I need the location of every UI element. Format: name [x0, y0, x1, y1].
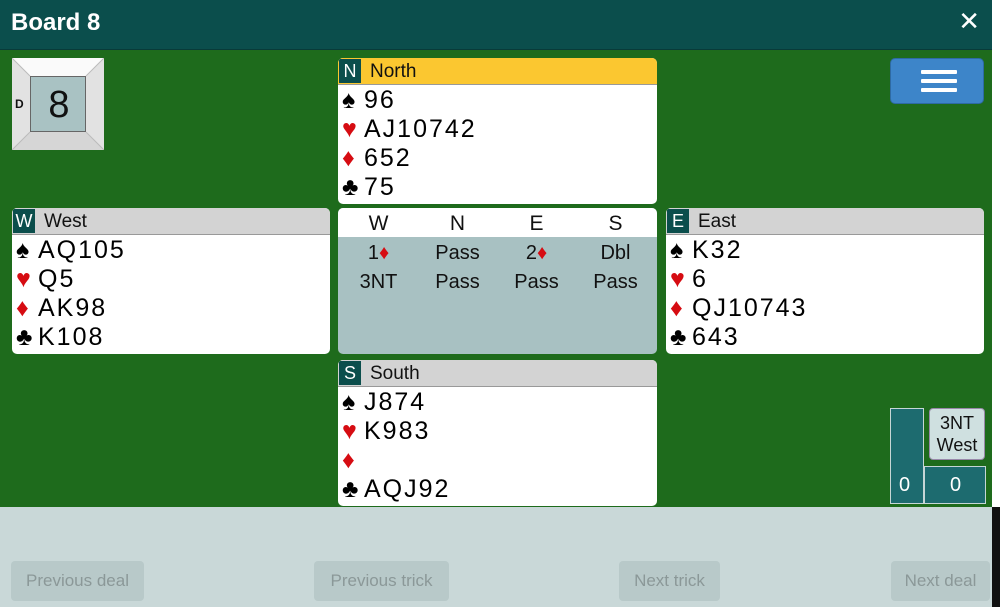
- east-hearts: ♥ 6: [670, 265, 708, 293]
- board-number: 8: [48, 84, 70, 126]
- previous-trick-button[interactable]: Previous trick: [314, 561, 449, 601]
- score-right: 0: [950, 474, 962, 496]
- club-icon: ♣: [16, 323, 33, 351]
- next-trick-button[interactable]: Next trick: [619, 561, 720, 601]
- contract-bid: 3NT: [939, 413, 974, 433]
- auction-header-w: W: [368, 212, 389, 235]
- diamond-icon: ♦: [670, 294, 683, 322]
- menu-button[interactable]: [890, 58, 984, 104]
- auction-header-s: S: [608, 212, 623, 235]
- seat-badge-north: N: [339, 59, 361, 83]
- west-clubs: ♣ K108: [16, 323, 105, 351]
- west-diamonds: ♦ AK98: [16, 294, 108, 322]
- contract-badge: 3NT West: [929, 408, 985, 460]
- heart-icon: ♥: [670, 265, 685, 293]
- seat-badge-south: S: [339, 361, 361, 385]
- spade-icon: ♠: [342, 388, 356, 416]
- diamond-icon: ♦: [16, 294, 29, 322]
- heart-icon: ♥: [342, 417, 357, 445]
- diamond-icon: ♦: [378, 242, 390, 264]
- south-spades: ♠ J874: [342, 388, 427, 416]
- hand-header-east: E East: [666, 208, 984, 235]
- south-hearts: ♥ K983: [342, 417, 431, 445]
- seat-badge-east: E: [667, 209, 689, 233]
- seat-name-west: West: [44, 211, 87, 232]
- seat-name-east: East: [698, 211, 737, 232]
- bid-cell: Dbl: [600, 242, 631, 264]
- bid-cell: 2♦: [525, 242, 548, 264]
- board-number-indicator: 8 D: [12, 58, 104, 150]
- west-spades: ♠ AQ105: [16, 236, 126, 264]
- score-column-right: 0: [924, 466, 986, 504]
- hand-south: S South ♠ J874 ♥ K983 ♦ ♣ AQJ92: [338, 360, 657, 506]
- bid-cell: Pass: [435, 242, 480, 264]
- club-icon: ♣: [670, 323, 687, 351]
- seat-badge-west: W: [13, 209, 35, 233]
- spade-icon: ♠: [342, 86, 356, 114]
- diamond-icon: ♦: [342, 446, 355, 474]
- seat-name-south: South: [370, 363, 420, 384]
- navigation-bar: [0, 507, 992, 607]
- title-bar: Board 8 ✕: [0, 0, 992, 50]
- east-spades: ♠ K32: [670, 236, 743, 264]
- north-clubs: ♣ 75: [342, 173, 396, 201]
- hand-east: E East ♠ K32 ♥ 6 ♦ QJ10743 ♣ 643: [666, 208, 984, 354]
- contract-declarer: West: [936, 435, 978, 455]
- window-title: Board 8: [11, 9, 101, 36]
- hand-header-west: W West: [12, 208, 330, 235]
- auction-header-n: N: [449, 212, 466, 235]
- close-icon[interactable]: ✕: [958, 6, 980, 37]
- diamond-icon: ♦: [536, 242, 548, 264]
- bid-cell: Pass: [514, 271, 559, 293]
- bridge-board-viewer: Board 8 ✕ 8 D N North ♠ 96 ♥ AJ10742 ♦ 6…: [0, 0, 992, 607]
- club-icon: ♣: [342, 173, 359, 201]
- bid-cell: 3NT: [359, 271, 398, 293]
- window-edge: [992, 0, 1000, 607]
- bid-cell: Pass: [435, 271, 480, 293]
- spade-icon: ♠: [16, 236, 30, 264]
- north-diamonds: ♦ 652: [342, 144, 412, 172]
- previous-deal-button[interactable]: Previous deal: [11, 561, 144, 601]
- score-column-left: 0: [890, 408, 924, 504]
- north-hearts: ♥ AJ10742: [342, 115, 477, 143]
- dealer-marker: D: [15, 97, 24, 111]
- auction-panel: W N E S 1♦ Pass 2♦ Dbl 3NT Pass Pass Pas…: [338, 208, 657, 354]
- spade-icon: ♠: [670, 236, 684, 264]
- north-spades: ♠ 96: [342, 86, 396, 114]
- club-icon: ♣: [342, 475, 359, 503]
- seat-name-north: North: [370, 61, 417, 82]
- next-deal-button[interactable]: Next deal: [891, 561, 990, 601]
- bid-cell: Pass: [593, 271, 638, 293]
- auction-header-e: E: [529, 212, 544, 235]
- south-clubs: ♣ AQJ92: [342, 475, 451, 503]
- heart-icon: ♥: [342, 115, 357, 143]
- diamond-icon: ♦: [342, 144, 355, 172]
- hand-header-north: N North: [338, 58, 657, 85]
- hand-north: N North ♠ 96 ♥ AJ10742 ♦ 652 ♣ 75: [338, 58, 657, 204]
- south-diamonds: ♦: [342, 446, 450, 475]
- east-clubs: ♣ 643: [670, 323, 740, 351]
- west-hearts: ♥ Q5: [16, 265, 76, 293]
- bid-cell: 1♦: [367, 242, 390, 264]
- score-left: 0: [899, 474, 911, 496]
- hand-west: W West ♠ AQ105 ♥ Q5 ♦ AK98 ♣ K108: [12, 208, 330, 354]
- hand-header-south: S South: [338, 360, 657, 387]
- east-diamonds: ♦ QJ10743: [670, 294, 808, 322]
- heart-icon: ♥: [16, 265, 31, 293]
- board-number-square: 8: [30, 76, 86, 132]
